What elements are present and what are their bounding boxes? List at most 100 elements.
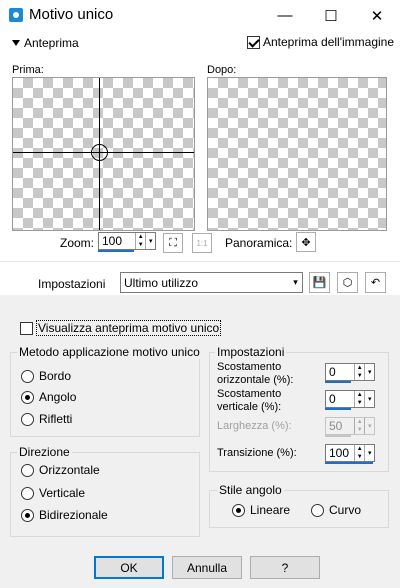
reset-preset-button[interactable]: ↶ xyxy=(365,272,386,293)
settings-group-title: Impostazioni xyxy=(215,345,287,359)
save-preset-button[interactable]: 💾 xyxy=(309,272,330,293)
close-button[interactable]: ✕ xyxy=(354,0,400,31)
before-preview[interactable] xyxy=(12,77,195,231)
transition-dropdown-icon[interactable]: ▾ xyxy=(364,445,374,461)
method-label-angolo: Angolo xyxy=(39,390,77,404)
method-option-bordo[interactable]: Bordo xyxy=(21,369,71,383)
close-icon: ✕ xyxy=(370,7,384,25)
width-slider-bar[interactable] xyxy=(325,435,351,437)
transition-stepper[interactable]: ▲ ▼ xyxy=(354,445,364,461)
zoom-fit-button[interactable]: ⛶ xyxy=(163,233,183,253)
width-control: ▲▼ ▾ xyxy=(325,417,375,437)
down-arrow-icon: ▼ xyxy=(356,373,363,379)
title-bar: Motivo unico — ☐ ✕ xyxy=(0,0,400,31)
method-option-angolo[interactable]: Angolo xyxy=(21,390,76,404)
reset-icon: ↶ xyxy=(370,277,381,289)
h-offset-input[interactable] xyxy=(326,364,354,380)
app-icon xyxy=(9,8,23,22)
help-button[interactable]: ? xyxy=(250,556,320,579)
method-label-bordo: Bordo xyxy=(39,369,72,383)
collapse-triangle-icon xyxy=(12,40,20,46)
corner-label-lineare: Lineare xyxy=(250,503,291,517)
presets-select[interactable]: Ultimo utilizzo ▾ xyxy=(120,272,303,293)
cube-icon: ⬡ xyxy=(342,277,353,289)
v-offset-stepper[interactable]: ▲ ▼ xyxy=(354,391,364,407)
up-arrow-icon: ▲ xyxy=(356,446,363,452)
transition-control: ▲▼ ▾ xyxy=(325,444,375,464)
radio-angolo[interactable] xyxy=(21,390,34,404)
show-preview-label: Visualizza anteprima motivo unico xyxy=(36,320,222,336)
v-offset-label-line1: Scostamento xyxy=(217,388,282,400)
down-arrow-icon: ▼ xyxy=(137,242,144,248)
minimize-button[interactable]: — xyxy=(262,0,308,31)
radio-orizzontale[interactable] xyxy=(21,463,34,477)
transition-slider-bar[interactable] xyxy=(325,462,373,464)
window-title: Motivo unico xyxy=(29,6,114,23)
corner-option-lineare[interactable]: Lineare xyxy=(232,503,290,517)
show-preview-checkbox[interactable] xyxy=(20,321,33,335)
radio-rifletti[interactable] xyxy=(21,412,34,426)
zoom-stepper[interactable]: ▲ ▼ xyxy=(135,233,145,249)
image-preview-checkbox-row[interactable]: Anteprima dell'immagine xyxy=(247,35,394,49)
v-offset-input[interactable] xyxy=(326,391,354,407)
move-icon: ✥ xyxy=(301,236,311,249)
cancel-button[interactable]: Annulla xyxy=(172,556,242,579)
after-label: Dopo: xyxy=(207,64,237,76)
v-offset-label-line2: verticale (%): xyxy=(217,401,282,413)
method-label-rifletti: Rifletti xyxy=(39,412,73,426)
h-offset-stepper[interactable]: ▲ ▼ xyxy=(354,364,364,380)
width-dropdown-icon[interactable]: ▾ xyxy=(364,418,374,434)
corner-option-curvo[interactable]: Curvo xyxy=(311,503,361,517)
preview-toggle[interactable]: Anteprima xyxy=(12,36,79,50)
method-option-rifletti[interactable]: Rifletti xyxy=(21,412,72,426)
direction-option-bidirezionale[interactable]: Bidirezionale xyxy=(21,508,108,522)
transition-input[interactable] xyxy=(326,445,354,461)
radio-curvo[interactable] xyxy=(311,503,324,517)
transition-label: Transizione (%): xyxy=(217,447,297,459)
after-preview xyxy=(207,77,387,231)
preset-options-button[interactable]: ⬡ xyxy=(337,272,358,293)
h-offset-label-line2: orizzontale (%): xyxy=(217,374,294,386)
pan-label: Panoramica: xyxy=(225,236,293,250)
radio-lineare[interactable] xyxy=(232,503,245,517)
zoom-fit-icon: ⛶ xyxy=(169,236,177,249)
direction-option-orizzontale[interactable]: Orizzontale xyxy=(21,463,100,477)
image-preview-label: Anteprima dell'immagine xyxy=(263,35,395,49)
down-arrow-icon: ▼ xyxy=(356,427,363,433)
radio-verticale[interactable] xyxy=(21,486,34,500)
crosshair-circle-icon xyxy=(91,144,108,161)
h-offset-dropdown-icon[interactable]: ▾ xyxy=(364,364,374,380)
h-offset-control: ▲▼ ▾ xyxy=(325,363,375,383)
direction-label-bidirezionale: Bidirezionale xyxy=(39,508,108,522)
chevron-down-icon: ▾ xyxy=(293,277,298,287)
down-arrow-icon: ▼ xyxy=(356,454,363,460)
corner-style-group-title: Stile angolo xyxy=(217,483,284,497)
divider xyxy=(0,261,400,262)
radio-bordo[interactable] xyxy=(21,369,34,383)
h-offset-slider-bar[interactable] xyxy=(325,381,351,383)
maximize-button[interactable]: ☐ xyxy=(308,0,354,31)
v-offset-dropdown-icon[interactable]: ▾ xyxy=(364,391,374,407)
show-preview-checkbox-row[interactable]: Visualizza anteprima motivo unico xyxy=(20,320,222,336)
corner-label-curvo: Curvo xyxy=(329,503,362,517)
zoom-input[interactable] xyxy=(99,233,135,249)
pan-button[interactable]: ✥ xyxy=(296,232,316,252)
method-group-title: Metodo applicazione motivo unico xyxy=(17,345,202,359)
h-offset-label-line1: Scostamento xyxy=(217,361,282,373)
width-input[interactable] xyxy=(326,418,354,434)
zoom-slider-bar[interactable] xyxy=(98,250,134,252)
zoom-actual-button[interactable]: 1:1 xyxy=(192,233,212,253)
image-preview-checkbox[interactable] xyxy=(247,35,260,49)
direction-option-verticale[interactable]: Verticale xyxy=(21,486,85,500)
zoom-dropdown-icon[interactable]: ▾ xyxy=(145,233,155,249)
ok-button[interactable]: OK xyxy=(94,556,164,579)
down-arrow-icon: ▼ xyxy=(356,400,363,406)
v-offset-slider-bar[interactable] xyxy=(325,408,351,410)
before-label: Prima: xyxy=(12,64,44,76)
minimize-icon: — xyxy=(277,7,293,24)
radio-bidirezionale[interactable] xyxy=(21,508,34,522)
save-icon: 💾 xyxy=(312,277,327,289)
width-stepper[interactable]: ▲ ▼ xyxy=(354,418,364,434)
up-arrow-icon: ▲ xyxy=(356,392,363,398)
direction-label-orizzontale: Orizzontale xyxy=(39,463,100,477)
